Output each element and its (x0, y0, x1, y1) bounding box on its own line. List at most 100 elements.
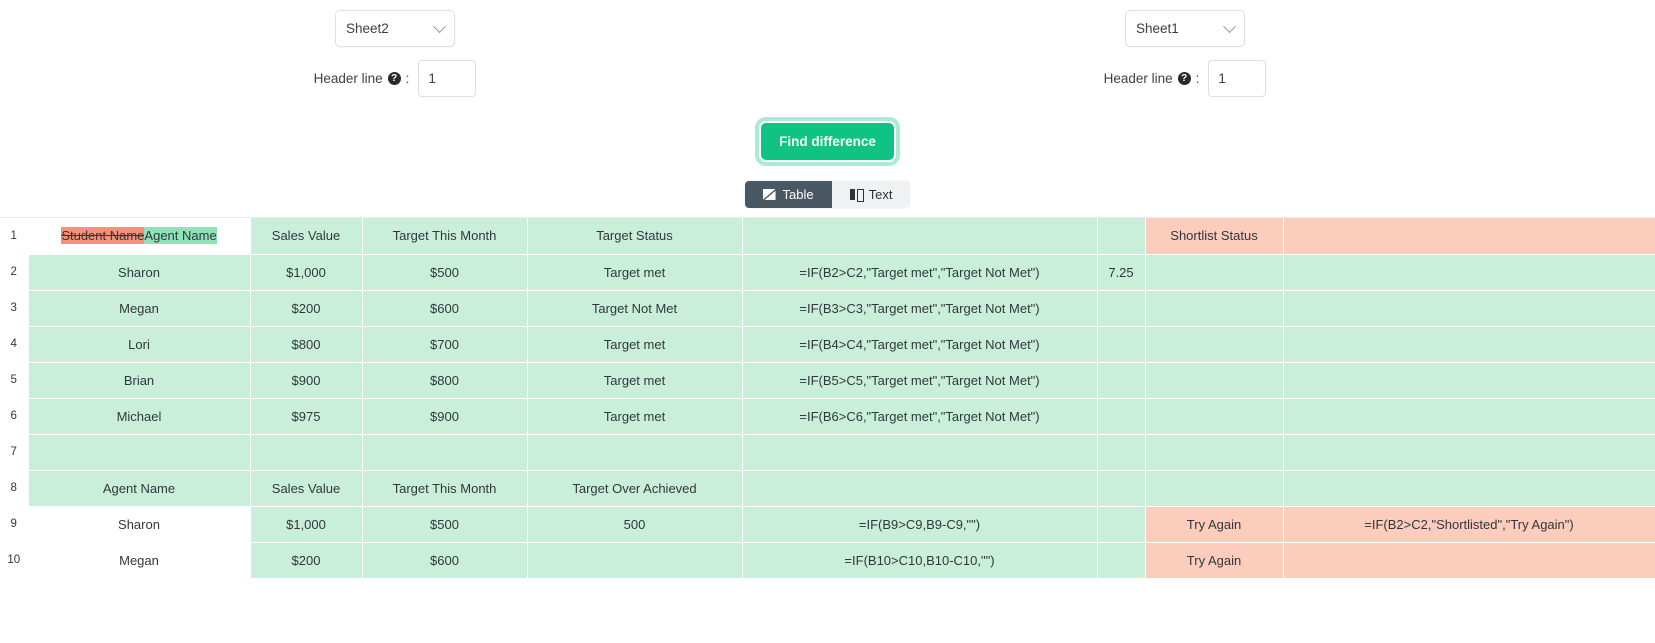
table-cell[interactable]: Megan (28, 290, 251, 327)
table-cell[interactable]: $975 (250, 398, 363, 435)
table-cell[interactable]: Try Again (1145, 542, 1284, 579)
table-cell[interactable]: =IF(B6>C6,"Target met","Target Not Met") (742, 398, 1098, 435)
table-cell[interactable]: =IF(B4>C4,"Target met","Target Not Met") (742, 326, 1098, 363)
table-row: 1 Student NameAgent Name Sales Value Target… (0, 218, 1655, 255)
table-cell[interactable]: Target met (527, 398, 743, 435)
table-cell[interactable] (1283, 218, 1655, 255)
table-cell[interactable] (527, 434, 743, 471)
table-cell[interactable] (1097, 362, 1146, 399)
find-difference-button[interactable]: Find difference (755, 116, 900, 166)
table-row: 7 (0, 434, 1655, 471)
table-cell[interactable] (527, 542, 743, 579)
table-cell[interactable] (1283, 254, 1655, 291)
table-cell[interactable]: $800 (362, 362, 528, 399)
table-cell[interactable]: Try Again (1145, 506, 1284, 543)
row-number: 6 (0, 398, 29, 435)
table-cell[interactable] (1283, 470, 1655, 507)
table-cell[interactable]: $600 (362, 290, 528, 327)
table-cell[interactable]: Megan (28, 542, 251, 579)
table-cell[interactable] (742, 434, 1098, 471)
table-cell[interactable]: Target met (527, 326, 743, 363)
table-cell[interactable] (1097, 542, 1146, 579)
table-cell[interactable] (1097, 470, 1146, 507)
table-cell[interactable] (1145, 434, 1284, 471)
table-cell[interactable] (1097, 398, 1146, 435)
left-sheet-select[interactable]: Sheet2 (335, 10, 455, 47)
table-cell[interactable]: $800 (250, 326, 363, 363)
table-cell[interactable]: Agent Name (28, 470, 251, 507)
table-cell[interactable] (1145, 290, 1284, 327)
table-cell[interactable]: Target Status (527, 218, 743, 255)
table-cell[interactable] (1283, 326, 1655, 363)
table-icon (762, 189, 776, 200)
table-cell[interactable]: Brian (28, 362, 251, 399)
table-cell[interactable]: $500 (362, 506, 528, 543)
table-cell[interactable] (1145, 398, 1284, 435)
table-cell[interactable]: =IF(B3>C3,"Target met","Target Not Met") (742, 290, 1098, 327)
table-cell[interactable]: $1,000 (250, 254, 363, 291)
table-cell[interactable]: $600 (362, 542, 528, 579)
table-cell[interactable]: $700 (362, 326, 528, 363)
table-cell[interactable]: Target met (527, 362, 743, 399)
table-cell[interactable]: =IF(B9>C9,B9-C9,"") (742, 506, 1098, 543)
help-icon[interactable]: ? (387, 71, 401, 85)
table-cell[interactable] (1283, 362, 1655, 399)
table-cell[interactable] (1145, 470, 1284, 507)
table-cell[interactable]: $500 (362, 254, 528, 291)
table-cell[interactable] (1097, 434, 1146, 471)
chevron-down-icon (1223, 19, 1236, 33)
table-cell[interactable]: Sales Value (250, 470, 363, 507)
table-cell[interactable]: =IF(B2>C2,"Shortlisted","Try Again") (1283, 506, 1655, 543)
left-header-line-input[interactable] (418, 59, 477, 97)
table-cell[interactable] (1145, 326, 1284, 363)
table-cell[interactable]: Target This Month (362, 218, 528, 255)
table-cell[interactable]: Target Not Met (527, 290, 743, 327)
table-cell[interactable] (1097, 326, 1146, 363)
row-number: 8 (0, 470, 29, 507)
table-cell[interactable]: Shortlist Status (1145, 218, 1284, 255)
table-cell[interactable] (1145, 254, 1284, 291)
table-cell[interactable]: Target Over Achieved (527, 470, 743, 507)
table-cell[interactable]: =IF(B10>C10,B10-C10,"") (742, 542, 1098, 579)
table-cell[interactable]: $900 (250, 362, 363, 399)
table-cell[interactable]: $1,000 (250, 506, 363, 543)
table-cell[interactable]: Sales Value (250, 218, 363, 255)
table-cell[interactable] (1283, 434, 1655, 471)
right-sheet-select-row: Sheet1 (790, 0, 1580, 52)
row-number: 4 (0, 326, 29, 363)
table-cell[interactable] (250, 434, 363, 471)
tab-table[interactable]: Table (744, 181, 832, 208)
table-cell[interactable]: Target met (527, 254, 743, 291)
table-cell[interactable]: Sharon (28, 254, 251, 291)
table-cell[interactable]: Target This Month (362, 470, 528, 507)
table-cell[interactable] (28, 434, 251, 471)
right-sheet-select[interactable]: Sheet1 (1125, 10, 1245, 47)
table-cell[interactable]: $900 (362, 398, 528, 435)
table-cell[interactable]: Sharon (28, 506, 251, 543)
table-cell[interactable] (742, 218, 1098, 255)
table-cell[interactable]: 7.25 (1097, 254, 1146, 291)
table-cell[interactable]: Student NameAgent Name (28, 218, 251, 255)
table-cell[interactable]: =IF(B2>C2,"Target met","Target Not Met") (742, 254, 1098, 291)
table-cell[interactable] (742, 470, 1098, 507)
table-cell[interactable]: Michael (28, 398, 251, 435)
table-cell[interactable] (1097, 290, 1146, 327)
table-cell[interactable] (1097, 218, 1146, 255)
table-cell[interactable] (362, 434, 528, 471)
table-cell[interactable] (1097, 506, 1146, 543)
right-header-line-input[interactable] (1208, 59, 1267, 97)
table-cell[interactable] (1283, 542, 1655, 579)
table-cell[interactable]: Lori (28, 326, 251, 363)
help-icon[interactable]: ? (1177, 71, 1191, 85)
left-header-line-row: Header line ? : (0, 52, 790, 104)
table-cell[interactable] (1283, 290, 1655, 327)
table-cell[interactable]: $200 (250, 290, 363, 327)
table-cell[interactable]: 500 (527, 506, 743, 543)
table-cell[interactable]: $200 (250, 542, 363, 579)
tab-text[interactable]: Text (831, 181, 911, 208)
table-cell[interactable] (1145, 362, 1284, 399)
diff-spreadsheet[interactable]: 1 Student NameAgent Name Sales Value Target… (0, 217, 1655, 579)
table-cell[interactable]: =IF(B5>C5,"Target met","Target Not Met") (742, 362, 1098, 399)
right-sheet-select-value: Sheet1 (1136, 21, 1179, 36)
table-cell[interactable] (1283, 398, 1655, 435)
